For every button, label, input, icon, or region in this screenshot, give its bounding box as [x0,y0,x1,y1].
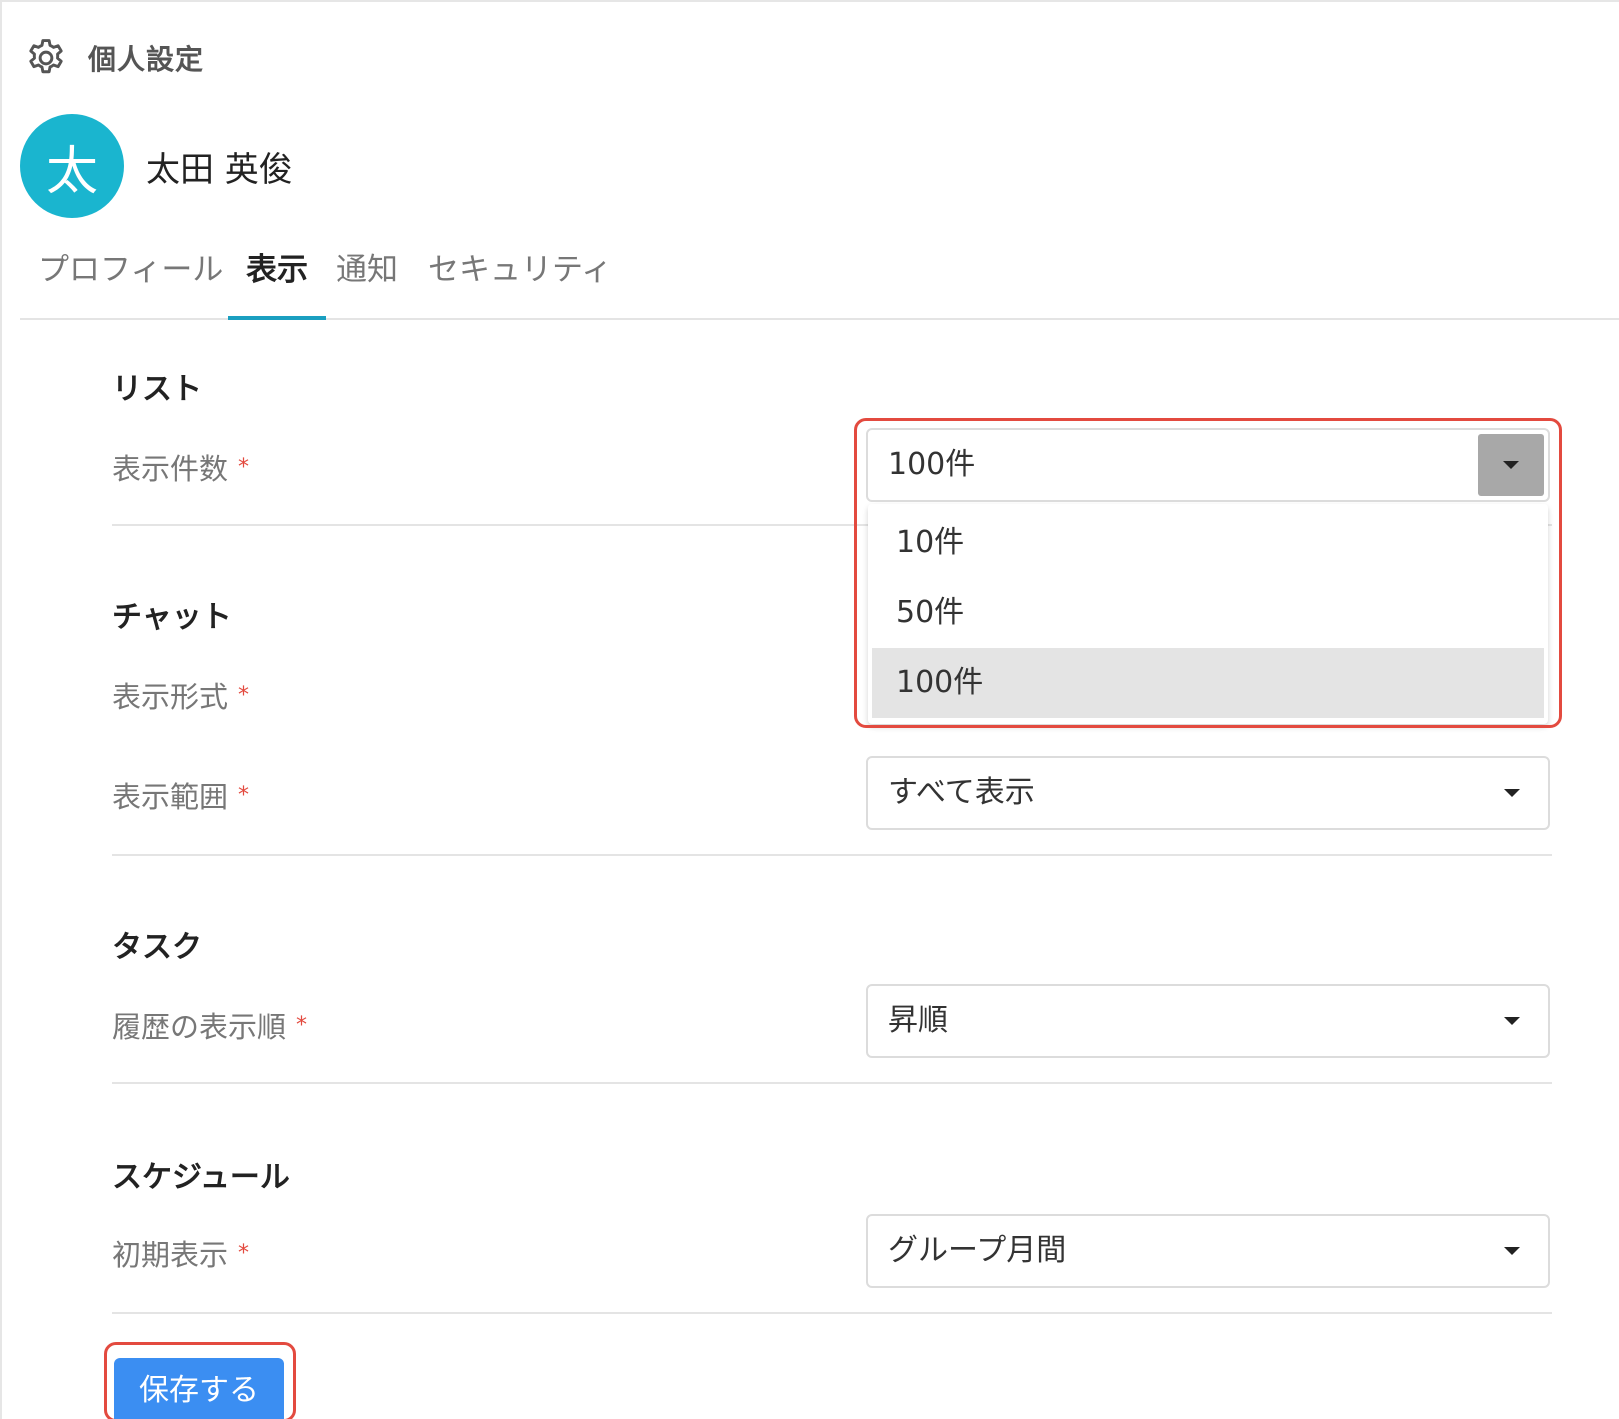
history-order-select[interactable]: 昇順 [866,984,1550,1058]
personal-settings-page: 個人設定 太 太田 英俊 プロフィール 表示 通知 セキュリティ リスト 表示件… [0,0,1619,1419]
user-info: 太 太田 英俊 [20,114,293,218]
highlight-box-dropdown [854,418,1562,728]
section-divider [112,1312,1552,1314]
field-label-display-format: 表示形式 * [112,674,249,716]
tab-display[interactable]: 表示 [228,250,326,320]
caret-down-icon [1504,789,1520,797]
section-title-list: リスト [112,372,202,407]
section-title-task: タスク [112,930,202,965]
field-label-text: 表示形式 [112,680,229,714]
caret-down-icon [1504,1247,1520,1255]
field-label-text: 履歴の表示順 [112,1010,287,1044]
section-title-chat: チャット [112,600,232,635]
field-label-initial-view: 初期表示 * [112,1232,249,1274]
select-value: 昇順 [888,1003,948,1038]
required-mark: * [238,783,250,808]
field-label-text: 表示件数 [112,452,229,486]
section-divider [112,854,1552,856]
field-label-text: 初期表示 [112,1238,229,1272]
required-mark: * [238,1241,250,1266]
section-divider [112,1082,1552,1084]
required-mark: * [296,1013,308,1038]
field-label-history-order: 履歴の表示順 * [112,1004,307,1046]
tab-security[interactable]: セキュリティ [428,250,612,316]
page-header: 個人設定 [24,36,204,80]
tab-notifications[interactable]: 通知 [336,250,398,316]
display-range-select[interactable]: すべて表示 [866,756,1550,830]
field-label-display-range: 表示範囲 * [112,774,249,816]
select-value: グループ月間 [888,1233,1067,1268]
highlight-box-save [104,1342,296,1419]
field-label-text: 表示範囲 [112,780,229,814]
initial-view-select[interactable]: グループ月間 [866,1214,1550,1288]
page-title: 個人設定 [88,43,205,76]
tab-profile[interactable]: プロフィール [38,250,223,316]
select-value: すべて表示 [888,775,1035,810]
settings-tabs: プロフィール 表示 通知 セキュリティ [20,250,1619,320]
field-label-display-count: 表示件数 * [112,446,249,488]
section-title-schedule: スケジュール [112,1160,290,1195]
required-mark: * [238,683,250,708]
required-mark: * [238,455,250,480]
user-name: 太田 英俊 [146,149,293,190]
caret-down-icon [1504,1017,1520,1025]
avatar: 太 [20,114,124,218]
gear-icon [29,39,63,74]
